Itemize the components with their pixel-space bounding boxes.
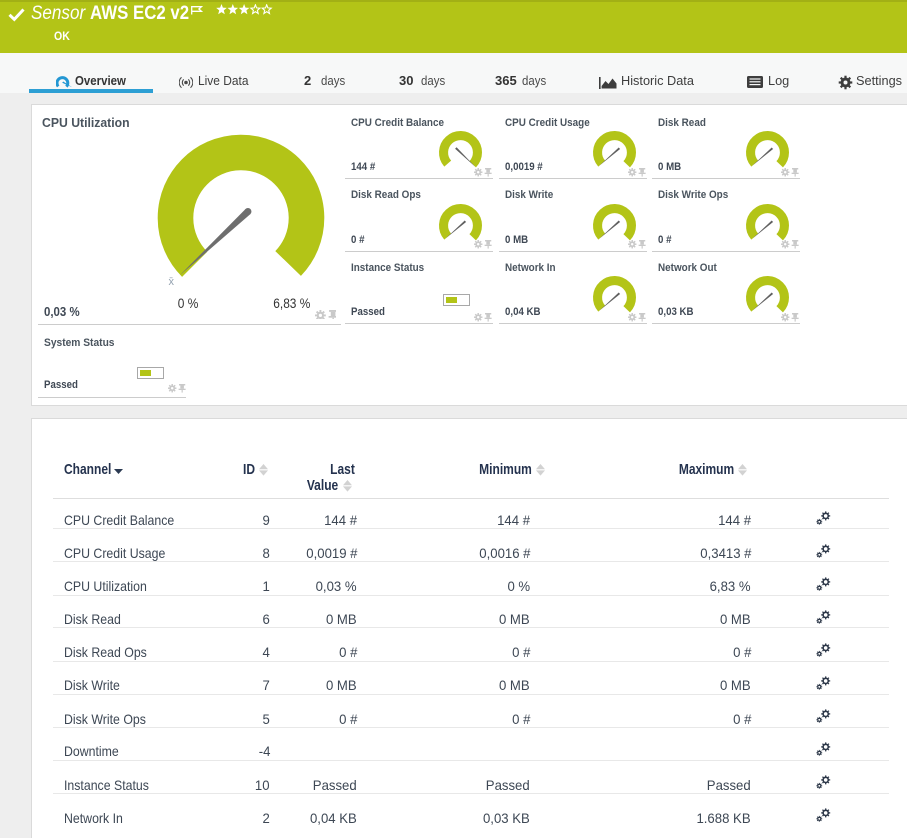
svg-text:x̄: x̄ — [168, 276, 174, 288]
